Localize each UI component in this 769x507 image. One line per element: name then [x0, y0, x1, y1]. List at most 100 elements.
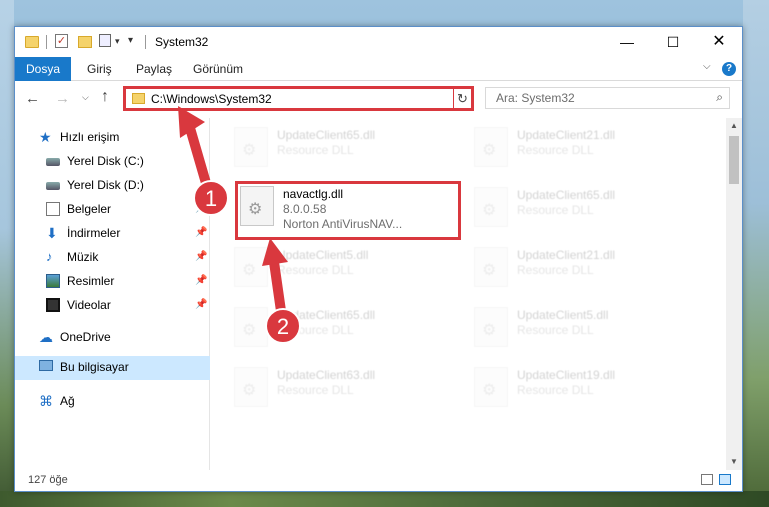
- file-name: UpdateClient21.dll: [517, 128, 616, 142]
- back-arrow-icon[interactable]: ←: [25, 90, 40, 107]
- scroll-down-icon[interactable]: ▼: [730, 457, 738, 466]
- list-item[interactable]: UpdateClient19.dll Resource DLL: [469, 362, 694, 420]
- highlighted-file-tile[interactable]: navactlg.dll 8.0.0.58 Norton AntiVirusNA…: [235, 181, 461, 240]
- drive-icon: [46, 182, 60, 190]
- sidebar-item-documents[interactable]: Belgeler 📌: [15, 198, 210, 220]
- list-item[interactable]: UpdateClient65.dll Resource DLL: [229, 302, 454, 360]
- sidebar-item-label: Müzik: [67, 250, 99, 264]
- pin-icon[interactable]: 📌: [195, 227, 207, 238]
- list-item[interactable]: UpdateClient5.dll Resource DLL: [469, 302, 694, 360]
- file-name: UpdateClient19.dll: [517, 368, 616, 382]
- properties-check-icon[interactable]: ✓: [55, 34, 68, 48]
- pin-icon[interactable]: 📌: [195, 275, 207, 286]
- list-item[interactable]: UpdateClient5.dll Resource DLL: [229, 242, 454, 300]
- tab-home[interactable]: Giriş: [87, 57, 112, 81]
- maximize-button[interactable]: ☐: [650, 27, 696, 57]
- file-name: UpdateClient21.dll: [517, 248, 616, 262]
- list-item[interactable]: UpdateClient65.dll Resource DLL: [229, 122, 454, 180]
- list-item[interactable]: UpdateClient21.dll Resource DLL: [469, 242, 694, 300]
- file-name: navactlg.dll: [283, 187, 344, 201]
- sidebar-item-disk-d[interactable]: Yerel Disk (D:): [15, 174, 210, 196]
- sidebar-item-this-pc[interactable]: Bu bilgisayar: [15, 356, 210, 380]
- status-bar: 127 öğe: [15, 470, 742, 491]
- quick-access-dropdown-icon[interactable]: ▾: [115, 36, 120, 52]
- refresh-button[interactable]: ↻: [453, 86, 474, 111]
- dll-file-icon: [474, 187, 508, 227]
- recent-locations-icon[interactable]: ⌵: [82, 92, 89, 103]
- pin-icon[interactable]: 📌: [195, 299, 207, 310]
- sidebar-item-network[interactable]: ⌘ Ağ: [15, 390, 210, 412]
- sidebar-item-label: OneDrive: [60, 330, 111, 344]
- search-placeholder: Ara: System32: [496, 91, 575, 105]
- file-description: Resource DLL: [277, 143, 354, 157]
- tab-view[interactable]: Görünüm: [193, 57, 243, 81]
- file-description: Resource DLL: [517, 383, 594, 397]
- pictures-icon: [46, 274, 60, 288]
- sidebar-item-label: Resimler: [67, 274, 115, 288]
- details-view-icon[interactable]: [701, 474, 713, 485]
- music-icon: ♪: [46, 249, 53, 264]
- file-description: Resource DLL: [517, 323, 594, 337]
- sidebar-item-label: Yerel Disk (C:): [67, 154, 144, 168]
- search-input[interactable]: Ara: System32 ⌕: [485, 87, 730, 109]
- vertical-scrollbar[interactable]: ▲ ▼: [726, 118, 742, 470]
- sidebar-item-music[interactable]: ♪ Müzik 📌: [15, 246, 210, 268]
- help-icon[interactable]: ?: [722, 62, 736, 76]
- sidebar-item-onedrive[interactable]: ☁ OneDrive: [15, 326, 210, 348]
- up-arrow-icon[interactable]: ↑: [101, 88, 109, 106]
- sidebar-item-downloads[interactable]: ⬇ İndirmeler 📌: [15, 222, 210, 244]
- drive-icon: [46, 158, 60, 166]
- new-folder-icon[interactable]: [78, 36, 92, 48]
- scrollbar-thumb[interactable]: [729, 136, 739, 184]
- search-icon[interactable]: ⌕: [716, 90, 723, 105]
- dll-file-icon: [234, 367, 268, 407]
- sidebar-item-label: Ağ: [60, 394, 75, 408]
- file-list: UpdateClient65.dll Resource DLL navactlg…: [211, 118, 726, 470]
- item-count: 127 öğe: [28, 474, 68, 486]
- desktop-wallpaper-bottom: [0, 491, 769, 507]
- window-title: System32: [155, 35, 209, 49]
- file-description: Resource DLL: [277, 383, 354, 397]
- dll-file-icon: [240, 186, 274, 226]
- list-item[interactable]: UpdateClient63.dll Resource DLL: [229, 362, 454, 420]
- sidebar-item-label: Videolar: [67, 298, 111, 312]
- sidebar-item-pictures[interactable]: Resimler 📌: [15, 270, 210, 292]
- close-button[interactable]: ✕: [696, 27, 742, 57]
- list-item[interactable]: UpdateClient21.dll Resource DLL: [469, 122, 694, 180]
- customize-toolbar-icon[interactable]: ▾: [128, 35, 133, 51]
- file-company: Norton AntiVirusNAV...: [283, 217, 403, 231]
- tiles-view-icon[interactable]: [719, 474, 731, 485]
- dll-file-icon: [474, 127, 508, 167]
- expand-ribbon-icon[interactable]: ⌵: [703, 61, 711, 72]
- sidebar-item-disk-c[interactable]: Yerel Disk (C:): [15, 150, 210, 172]
- sidebar-item-quick-access[interactable]: ★ Hızlı erişim: [15, 126, 210, 148]
- title-bar: ✓ ▾ ▾ System32 — ☐ ✕: [15, 27, 742, 57]
- sidebar-item-label: Yerel Disk (D:): [67, 178, 144, 192]
- desktop-wallpaper-right: [743, 0, 769, 507]
- tab-file[interactable]: Dosya: [15, 57, 71, 81]
- file-description: Resource DLL: [277, 263, 354, 277]
- sidebar-item-label: Bu bilgisayar: [60, 360, 129, 374]
- file-name: UpdateClient5.dll: [277, 248, 369, 262]
- computer-icon: [39, 360, 53, 371]
- tab-share[interactable]: Paylaş: [136, 57, 172, 81]
- ribbon-tabs: Dosya Giriş Paylaş Görünüm ⌵ ?: [15, 57, 742, 81]
- address-path[interactable]: C:\Windows\System32: [151, 92, 272, 106]
- dll-file-icon: [474, 247, 508, 287]
- file-description: Resource DLL: [517, 263, 594, 277]
- dll-file-icon: [474, 367, 508, 407]
- forward-arrow-icon[interactable]: →: [55, 90, 70, 107]
- folder-icon: [132, 93, 145, 104]
- sidebar-item-videos[interactable]: Videolar 📌: [15, 294, 210, 316]
- rename-icon[interactable]: [99, 34, 111, 47]
- address-bar[interactable]: C:\Windows\System32 ⌵: [123, 86, 474, 111]
- list-item[interactable]: UpdateClient65.dll Resource DLL: [469, 182, 694, 240]
- documents-icon: [46, 202, 60, 216]
- minimize-button[interactable]: —: [604, 27, 650, 57]
- scroll-up-icon[interactable]: ▲: [730, 121, 738, 130]
- divider: [145, 35, 146, 49]
- pin-icon[interactable]: 📌: [195, 203, 207, 214]
- network-icon: ⌘: [39, 393, 53, 409]
- file-name: UpdateClient65.dll: [277, 128, 376, 142]
- pin-icon[interactable]: 📌: [195, 251, 207, 262]
